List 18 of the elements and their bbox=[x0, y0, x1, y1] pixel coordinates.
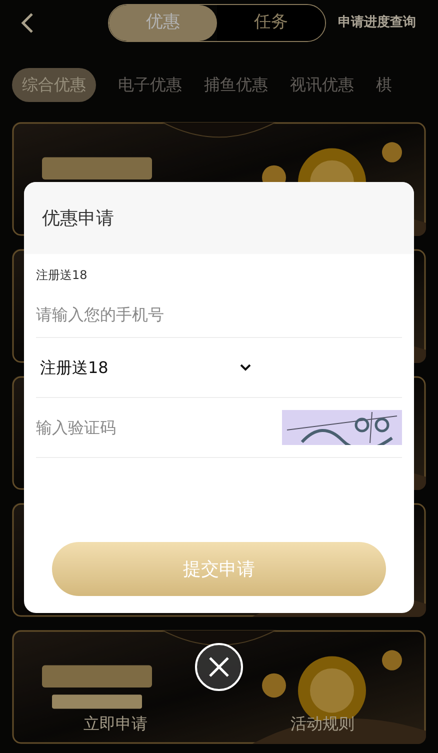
category-tab[interactable]: 电子优惠 bbox=[118, 68, 182, 102]
banner-action-button[interactable]: 活动规则 bbox=[219, 712, 426, 736]
promo-select[interactable]: 注册送18 bbox=[36, 338, 402, 398]
back-icon[interactable] bbox=[20, 12, 34, 34]
chevron-down-icon bbox=[240, 364, 251, 371]
progress-query-link[interactable]: 申请进度查询 bbox=[338, 13, 416, 33]
segment-tab[interactable]: 任务 bbox=[217, 5, 325, 41]
promo-label: 注册送18 bbox=[36, 267, 88, 284]
dialog-title: 优惠申请 bbox=[42, 206, 114, 230]
submit-button[interactable]: 提交申请 bbox=[52, 542, 386, 596]
category-tab[interactable]: 捕鱼优惠 bbox=[204, 68, 268, 102]
captcha-field[interactable]: 输入验证码 bbox=[36, 416, 282, 440]
phone-field[interactable]: 请输入您的手机号 bbox=[36, 292, 402, 338]
banner-action-button[interactable]: 立即申请 bbox=[12, 712, 219, 736]
category-tab[interactable]: 棋 bbox=[376, 68, 392, 102]
segment-tab[interactable]: 优惠 bbox=[109, 5, 217, 41]
category-tab[interactable]: 视讯优惠 bbox=[290, 68, 354, 102]
category-tab[interactable]: 综合优惠 bbox=[12, 68, 96, 102]
